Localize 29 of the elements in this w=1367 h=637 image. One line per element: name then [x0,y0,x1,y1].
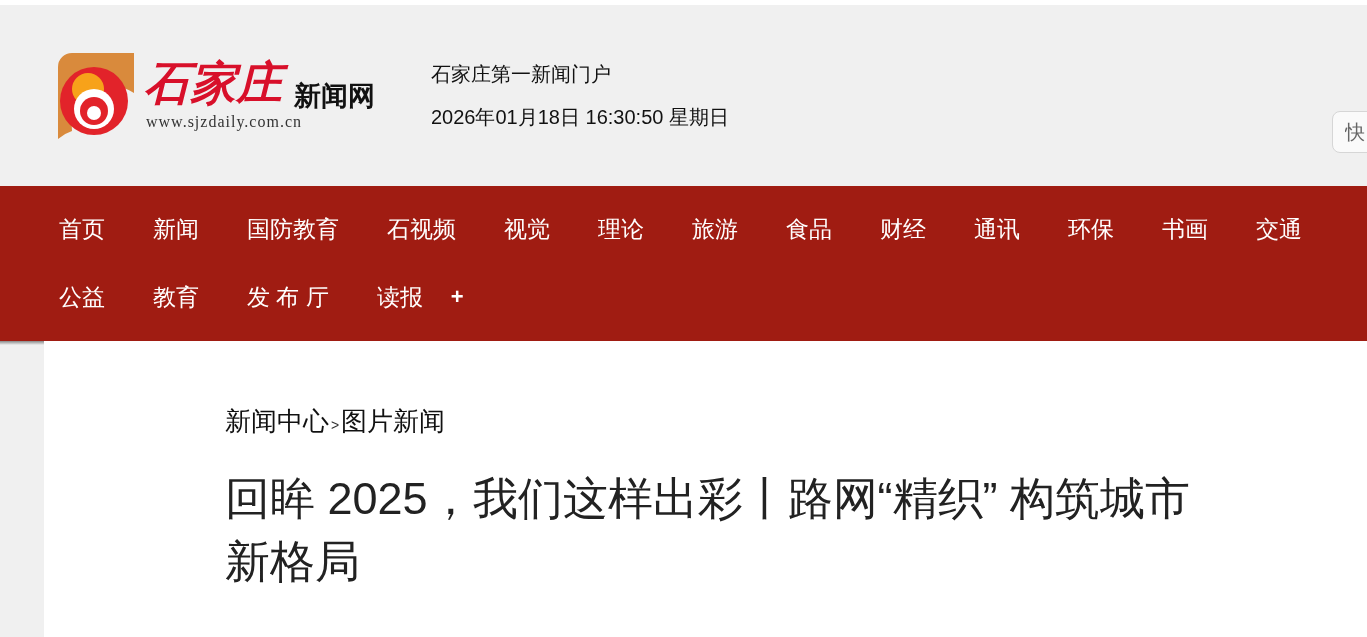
nav-link[interactable]: 新闻 [153,212,199,246]
nav-link[interactable]: 理论 [598,212,644,246]
nav-link[interactable]: 发 布 厅 [247,280,329,314]
nav-link[interactable]: 教育 [153,280,199,314]
breadcrumb-link[interactable]: 新闻中心 [225,401,329,441]
nav-link[interactable]: 视觉 [504,212,550,246]
search-field[interactable]: 快 [1332,111,1367,153]
nav-link[interactable]: 首页 [59,212,105,246]
nav-link[interactable]: 石视频 [387,212,456,246]
nav-link[interactable]: 公益 [59,280,105,314]
article-title: 回眸 2025，我们这样出彩丨路网“精织” 构筑城市新格局 [225,472,1192,589]
logo-suffix: 新闻网 [294,79,375,113]
logo-url: www.sjzdaily.com.cn [146,112,303,131]
nav-link[interactable]: 食品 [786,212,832,246]
nav-link[interactable]: 通讯 [974,212,1020,246]
logo-icon [58,50,134,141]
site-slogan: 石家庄第一新闻门户 [431,61,612,87]
nav-link[interactable]: 读报 [376,280,423,314]
nav-link[interactable]: 交通 [1256,212,1302,246]
nav-link[interactable]: 财经 [880,212,926,246]
nav-link[interactable]: 国防教育 [247,212,339,246]
breadcrumb-link[interactable]: 图片新闻 [341,401,446,441]
logo-name: 石家庄 [140,52,290,113]
breadcrumb-separator: > [331,416,340,435]
more-link[interactable]: + [450,280,464,314]
date-time: 2026年01月18日 16:30:50 星期日 [431,104,729,130]
nav-link[interactable]: 旅游 [692,212,738,246]
nav-link[interactable]: 书画 [1162,212,1208,246]
nav-link[interactable]: 环保 [1068,212,1114,246]
